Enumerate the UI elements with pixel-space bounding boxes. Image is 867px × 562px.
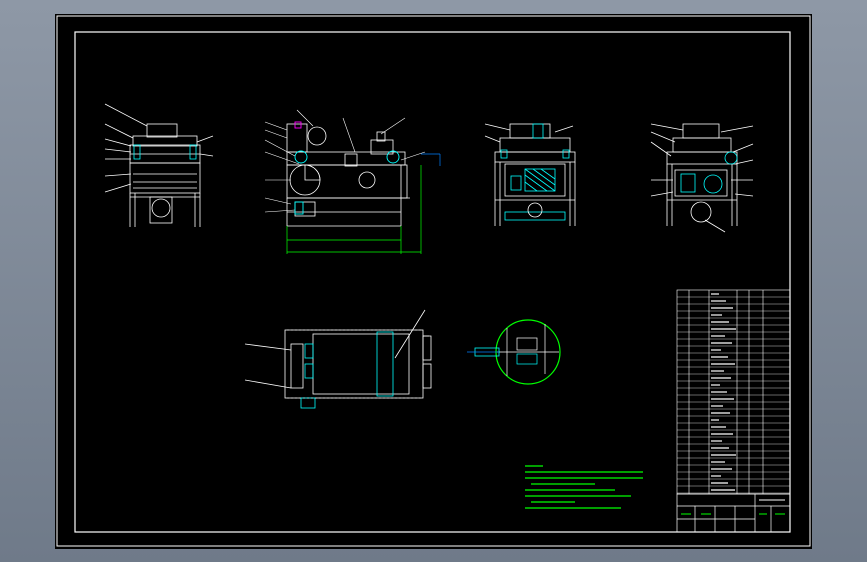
cad-viewport[interactable] bbox=[55, 14, 812, 549]
section-view bbox=[484, 123, 576, 226]
inner-frame-border bbox=[74, 31, 791, 533]
front-view bbox=[104, 103, 214, 227]
side-view-accents bbox=[294, 121, 400, 215]
parts-list-table bbox=[676, 289, 791, 495]
right-view bbox=[650, 123, 754, 233]
plan-view bbox=[244, 309, 432, 409]
parts-list-rows bbox=[677, 293, 790, 494]
title-block-marks bbox=[681, 499, 785, 515]
side-view-dimensions bbox=[286, 153, 441, 254]
side-view bbox=[286, 123, 410, 227]
technical-notes bbox=[525, 465, 643, 509]
outer-sheet-border bbox=[56, 15, 811, 547]
engineering-drawing bbox=[56, 15, 811, 547]
detail-view bbox=[467, 319, 561, 385]
